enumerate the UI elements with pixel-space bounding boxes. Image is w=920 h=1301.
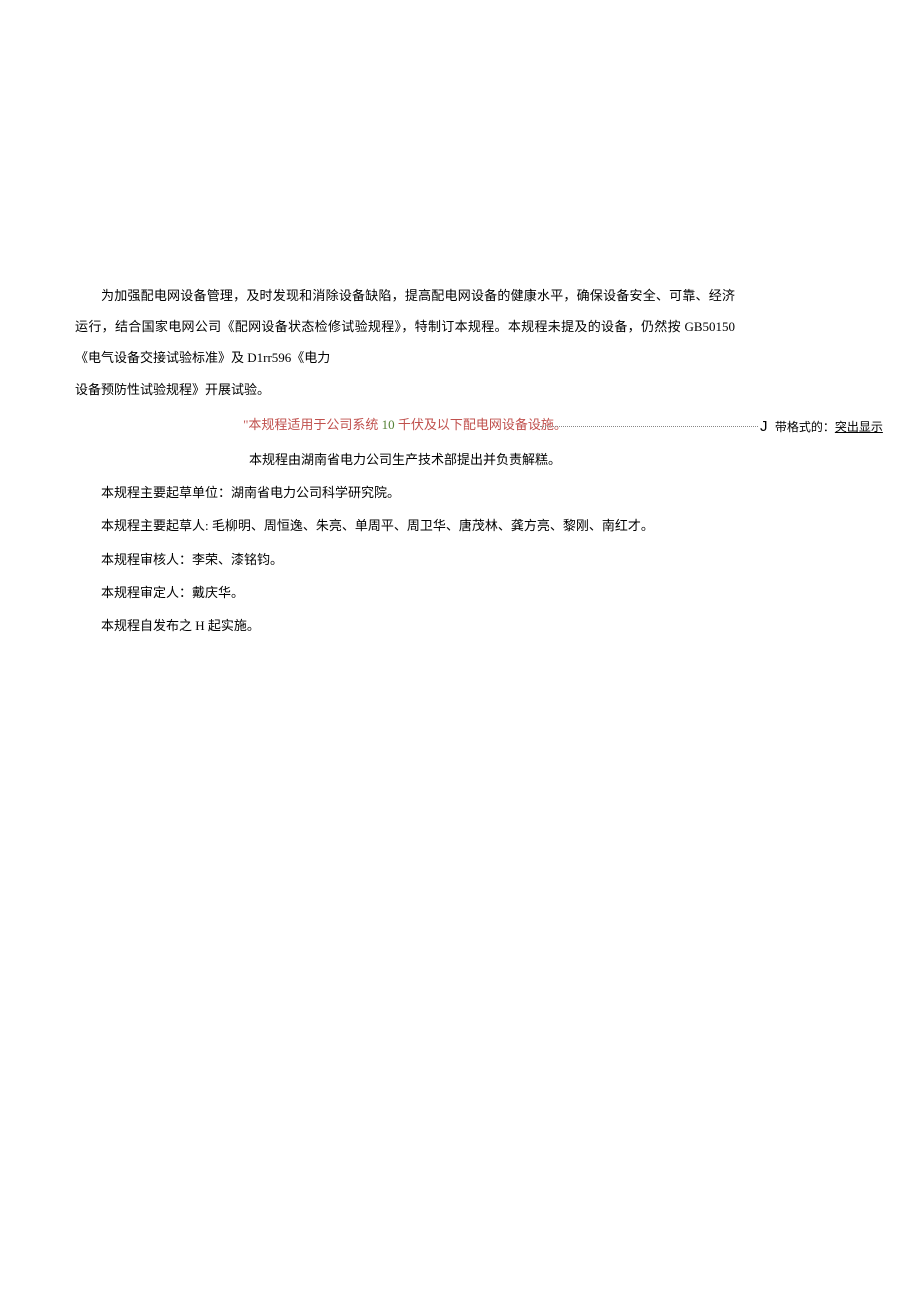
item-drafting-unit: 本规程主要起草单位：湖南省电力公司科学研究院。 (75, 477, 735, 508)
highlighted-line: "本规程适用于公司系统 10 千伏及以下配电网设备设施。 (75, 409, 735, 440)
highlighted-suffix: 千伏及以下配电网设备设施。 (395, 417, 567, 432)
item-drafters: 本规程主要起草人: 毛柳明、周恒逸、朱亮、单周平、周卫华、唐茂林、龚方亮、黎刚、… (75, 510, 735, 541)
annotation-value: 突出显示 (835, 420, 883, 434)
intro-paragraph-part2: 设备预防性试验规程》开展试验。 (75, 374, 735, 405)
centered-line: 本规程由湖南省电力公司生产技术部提出并负责解糕。 (75, 444, 735, 475)
item-reviewers: 本规程审核人：李荣、漆铭钧。 (75, 544, 735, 575)
annotation-marker: J (760, 418, 768, 435)
document-content: 为加强配电网设备管理，及时发现和消除设备缺陷，提高配电网设备的健康水平，确保设备… (75, 280, 735, 641)
annotation-label: 带格式的： (775, 420, 835, 434)
highlighted-number: 10 (382, 417, 395, 432)
format-annotation: J 带格式的：突出显示 (760, 418, 883, 435)
annotation-connector (540, 426, 758, 427)
item-effective: 本规程自发布之 H 起实施。 (75, 610, 735, 641)
item-approver: 本规程审定人：戴庆华。 (75, 577, 735, 608)
intro-paragraph-part1: 为加强配电网设备管理，及时发现和消除设备缺陷，提高配电网设备的健康水平，确保设备… (75, 280, 735, 374)
highlighted-prefix: "本规程适用于公司系统 (243, 417, 382, 432)
